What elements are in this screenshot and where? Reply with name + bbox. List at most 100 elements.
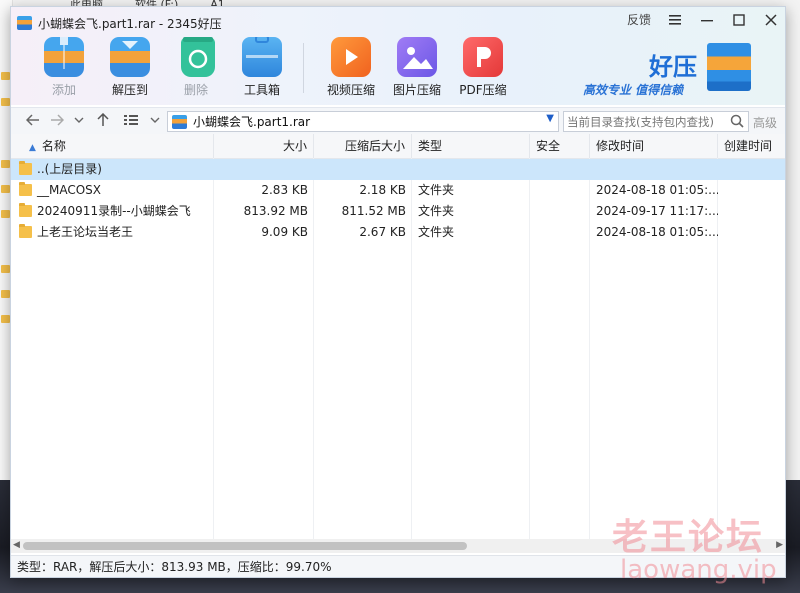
video-compress-label: 视频压缩 <box>326 83 375 97</box>
back-arrow-icon[interactable] <box>25 112 41 128</box>
search-icon[interactable] <box>730 114 744 128</box>
folder-icon <box>1 160 10 168</box>
brand-name: 好压 <box>649 53 697 81</box>
pdf-compress-icon <box>463 37 503 77</box>
haozip-window: 小蝴蝶会飞.part1.rar - 2345好压 反馈 添加 解压到 删除 工具… <box>10 6 786 578</box>
folder-icon <box>1 265 10 273</box>
path-dropdown-icon[interactable]: ▼ <box>546 113 554 124</box>
file-name: 上老王论坛当老王 <box>37 225 134 239</box>
file-packed-size: 811.52 MB <box>341 204 406 218</box>
toolbox-label: 工具箱 <box>243 83 280 97</box>
file-packed-size: 2.18 KB <box>359 183 406 197</box>
extract-to-button[interactable]: 解压到 <box>97 37 163 101</box>
add-archive-icon <box>44 37 84 77</box>
rar-archive-icon <box>172 114 187 129</box>
delete-label: 删除 <box>183 83 208 97</box>
column-created[interactable]: 创建时间 <box>718 134 785 158</box>
view-dropdown-icon[interactable] <box>147 112 163 128</box>
file-modified: 2024-08-18 01:05:... <box>596 225 718 239</box>
extract-to-label: 解压到 <box>111 83 148 97</box>
column-type-label: 类型 <box>418 139 443 153</box>
brand-slogan: 高效专业 值得信赖 <box>583 83 684 97</box>
view-mode-icon[interactable] <box>123 112 139 128</box>
file-modified: 2024-08-18 01:05:... <box>596 183 718 197</box>
add-label: 添加 <box>51 83 76 97</box>
title-bar[interactable]: 小蝴蝶会飞.part1.rar - 2345好压 <box>17 13 222 33</box>
haozip-logo-icon <box>707 43 751 91</box>
folder-icon <box>1 290 10 298</box>
search-field[interactable] <box>563 111 749 132</box>
table-row[interactable]: 上老王论坛当老王 9.09 KB 2.67 KB 文件夹 2024-08-18 … <box>11 222 785 243</box>
table-row-parent-dir[interactable]: ..(上层目录) <box>11 159 785 180</box>
window-controls: 反馈 <box>627 11 779 28</box>
video-compress-button[interactable]: 视频压缩 <box>318 37 384 101</box>
column-name-label: 名称 <box>41 139 66 153</box>
column-created-label: 创建时间 <box>724 139 773 153</box>
column-security-label: 安全 <box>536 139 561 153</box>
column-modified-label: 修改时间 <box>596 139 645 153</box>
advanced-search-link[interactable]: 高级 <box>753 114 777 131</box>
extract-icon <box>110 37 150 77</box>
column-size[interactable]: 大小 <box>214 134 314 158</box>
toolbox-icon <box>242 37 282 77</box>
file-size: 813.92 MB <box>243 204 308 218</box>
file-list: ▲ 名称 大小 压缩后大小 类型 安全 修改时间 创建时间 ..(上层目录) __… <box>11 134 785 539</box>
file-name: __MACOSX <box>37 183 102 197</box>
pdf-compress-button[interactable]: PDF压缩 <box>450 37 516 101</box>
path-text: 小蝴蝶会飞.part1.rar <box>193 115 311 129</box>
column-size-label: 大小 <box>282 139 307 153</box>
file-type: 文件夹 <box>418 204 455 218</box>
scrollbar-thumb[interactable] <box>23 542 467 550</box>
file-size: 9.09 KB <box>261 225 308 239</box>
forward-arrow-icon[interactable] <box>49 112 65 128</box>
folder-icon <box>1 315 10 323</box>
folder-icon <box>1 72 10 80</box>
title-toolbar-area: 小蝴蝶会飞.part1.rar - 2345好压 反馈 添加 解压到 删除 工具… <box>11 7 785 105</box>
folder-icon <box>1 210 10 218</box>
delete-button[interactable]: 删除 <box>163 37 229 101</box>
feedback-link[interactable]: 反馈 <box>627 11 651 28</box>
maximize-icon[interactable] <box>731 12 747 28</box>
column-type[interactable]: 类型 <box>412 134 530 158</box>
up-folder-icon[interactable] <box>95 112 111 128</box>
main-toolbar: 添加 解压到 删除 工具箱 视频压缩 图片压缩 PDF压缩 <box>31 37 516 101</box>
image-compress-icon <box>397 37 437 77</box>
file-name: ..(上层目录) <box>37 162 102 176</box>
toolbar-separator <box>303 43 304 93</box>
navigation-bar: 小蝴蝶会飞.part1.rar ▼ 高级 <box>11 107 785 135</box>
folder-icon <box>1 98 10 106</box>
add-button[interactable]: 添加 <box>31 37 97 101</box>
history-dropdown-icon[interactable] <box>71 112 87 128</box>
column-packed-label: 压缩后大小 <box>344 139 405 153</box>
file-modified: 2024-09-17 11:17:... <box>596 204 718 218</box>
video-compress-icon <box>331 37 371 77</box>
close-icon[interactable] <box>763 12 779 28</box>
recycle-bin-icon <box>180 37 215 77</box>
image-compress-button[interactable]: 图片压缩 <box>384 37 450 101</box>
status-text: 类型：RAR，解压后大小：813.93 MB，压缩比：99.70% <box>17 560 332 574</box>
folder-icon <box>1 185 10 193</box>
column-name[interactable]: ▲ 名称 <box>11 134 214 158</box>
toolbox-button[interactable]: 工具箱 <box>229 37 295 101</box>
file-size: 2.83 KB <box>261 183 308 197</box>
table-row[interactable]: __MACOSX 2.83 KB 2.18 KB 文件夹 2024-08-18 … <box>11 180 785 201</box>
watermark-text: 老王论坛 <box>612 517 765 558</box>
brand-logo: 好压 高效专业 值得信赖 <box>583 43 763 103</box>
column-modified[interactable]: 修改时间 <box>590 134 718 158</box>
file-name: 20240911录制--小蝴蝶会飞 <box>37 204 191 218</box>
hamburger-icon[interactable] <box>667 12 683 28</box>
sort-ascending-icon: ▲ <box>29 143 36 153</box>
scroll-right-icon[interactable]: ▶ <box>776 540 783 550</box>
column-security[interactable]: 安全 <box>530 134 590 158</box>
column-header-row: ▲ 名称 大小 压缩后大小 类型 安全 修改时间 创建时间 <box>11 134 785 159</box>
watermark-url: laowang.vip <box>620 555 777 585</box>
table-row[interactable]: 20240911录制--小蝴蝶会飞 813.92 MB 811.52 MB 文件… <box>11 201 785 222</box>
path-field[interactable]: 小蝴蝶会飞.part1.rar ▼ <box>167 111 559 132</box>
scroll-left-icon[interactable]: ◀ <box>13 540 20 550</box>
rar-archive-icon <box>17 16 32 30</box>
image-compress-label: 图片压缩 <box>392 83 441 97</box>
file-packed-size: 2.67 KB <box>359 225 406 239</box>
search-input[interactable] <box>564 113 729 130</box>
minimize-icon[interactable] <box>699 12 715 28</box>
column-packed-size[interactable]: 压缩后大小 <box>314 134 412 158</box>
